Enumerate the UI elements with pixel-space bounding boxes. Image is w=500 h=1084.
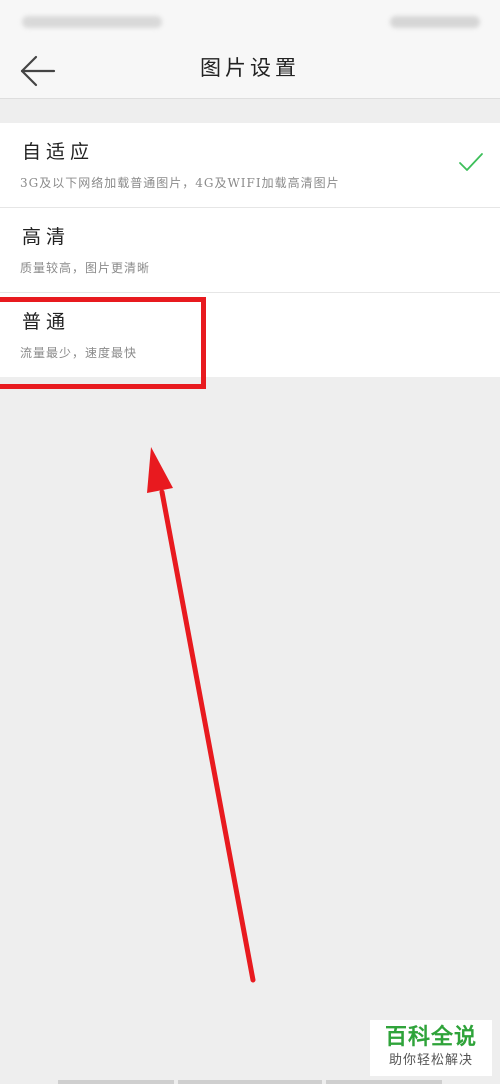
- bottom-handle: [58, 1080, 174, 1084]
- option-title: 普通: [22, 311, 71, 333]
- option-hd[interactable]: 高清 质量较高，图片更清晰: [0, 208, 500, 293]
- image-quality-option-list: 自适应 3G及以下网络加载普通图片，4G及WIFI加载高清图片 高清 质量较高，…: [0, 123, 500, 377]
- bottom-handle: [178, 1080, 322, 1084]
- page-title: 图片设置: [200, 56, 300, 80]
- app-header: 图片设置: [0, 44, 500, 99]
- option-description: 流量最少，速度最快: [20, 346, 138, 360]
- option-title: 自适应: [22, 141, 95, 163]
- option-description: 3G及以下网络加载普通图片，4G及WIFI加载高清图片: [20, 176, 340, 190]
- option-adaptive[interactable]: 自适应 3G及以下网络加载普通图片，4G及WIFI加载高清图片: [0, 123, 500, 208]
- watermark-logo: 百科全说 助你轻松解决: [370, 1020, 492, 1076]
- status-bar-left-blurred: [22, 16, 162, 28]
- bottom-handle: [326, 1080, 442, 1084]
- watermark-title: 百科全说: [384, 1025, 477, 1050]
- option-description: 质量较高，图片更清晰: [20, 261, 151, 275]
- status-bar-right-blurred: [390, 16, 480, 28]
- check-icon: [459, 153, 483, 171]
- status-bar: [0, 0, 500, 44]
- bottom-bar: [0, 1078, 500, 1084]
- option-normal[interactable]: 普通 流量最少，速度最快: [0, 293, 500, 377]
- option-title: 高清: [22, 226, 71, 248]
- watermark-subtitle: 助你轻松解决: [388, 1053, 473, 1068]
